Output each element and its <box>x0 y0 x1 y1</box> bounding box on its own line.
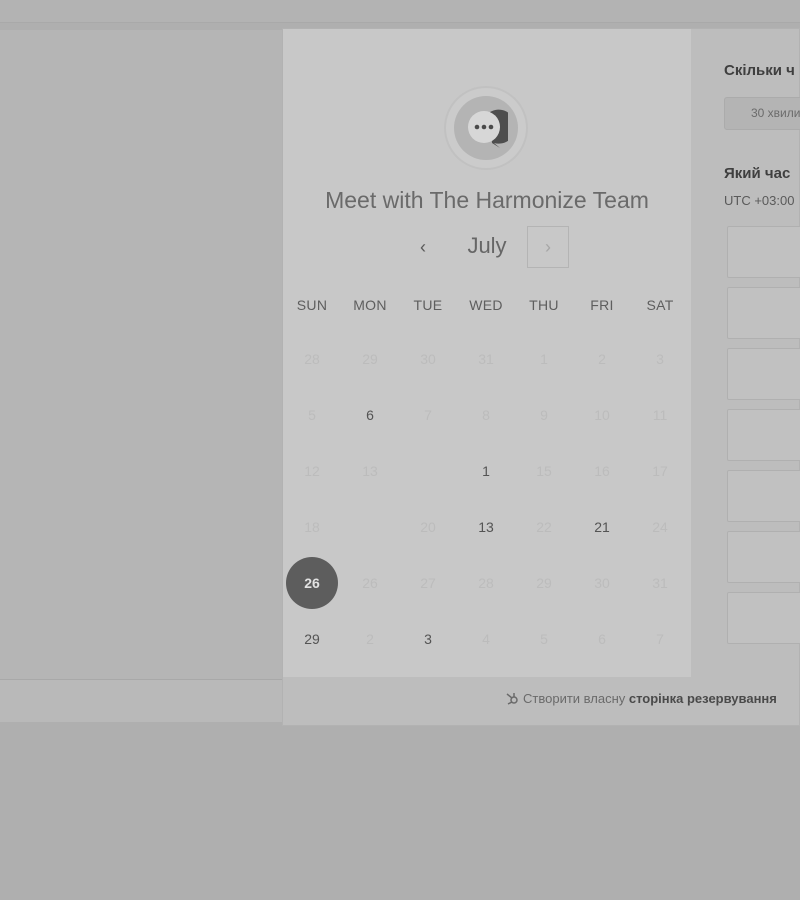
calendar-day: 6 <box>598 631 606 647</box>
footer: Створити власну сторінка резервування <box>283 677 800 725</box>
top-strip <box>0 0 800 23</box>
calendar-day: 30 <box>420 351 436 367</box>
calendar-day: 27 <box>420 575 436 591</box>
calendar-day: 2 <box>366 631 374 647</box>
calendar-day: 31 <box>478 351 494 367</box>
calendar-day: 1 <box>540 351 548 367</box>
duration-option-button[interactable]: 30 хвили <box>724 97 800 130</box>
calendar-day[interactable]: 6 <box>344 389 396 441</box>
month-navigation: ‹ July › <box>283 225 691 275</box>
next-month-button[interactable]: › <box>527 226 569 268</box>
previous-month-button[interactable]: ‹ <box>409 233 437 261</box>
calendar-day: 12 <box>304 463 320 479</box>
time-slot-button[interactable] <box>727 531 800 583</box>
calendar-day: 31 <box>652 575 668 591</box>
calendar-day: 29 <box>362 351 378 367</box>
calendar-day: 5 <box>308 407 316 423</box>
calendar-day <box>402 445 454 497</box>
calendar-day[interactable]: 1 <box>460 445 512 497</box>
calendar-day: 29 <box>536 575 552 591</box>
time-slot-button[interactable] <box>727 409 800 461</box>
calendar-day: 4 <box>482 631 490 647</box>
calendar-day: 7 <box>656 631 664 647</box>
calendar-day: 5 <box>540 631 548 647</box>
hubspot-sprocket-icon <box>506 693 518 705</box>
weekday-label: TUE <box>413 297 443 313</box>
footer-link-bold: сторінка резервування <box>628 691 777 706</box>
calendar-day-grid: 28 29 30 31 1 2 3 5 6 7 8 9 10 11 12 13 1 15 16 17 18 20 13 22 2… <box>283 333 691 673</box>
create-booking-page-link[interactable]: Створити власну сторінка резервування <box>505 691 777 706</box>
time-slot-button[interactable] <box>727 592 800 644</box>
calendar-day: 28 <box>304 351 320 367</box>
weekday-label: THU <box>529 297 559 313</box>
calendar-day[interactable]: 21 <box>576 501 628 553</box>
calendar-day: 22 <box>536 519 552 535</box>
left-background-panel <box>0 30 282 722</box>
calendar-day: 11 <box>652 407 668 423</box>
calendar-day: 13 <box>362 463 378 479</box>
calendar-day: 3 <box>656 351 664 367</box>
calendar-day: 2 <box>598 351 606 367</box>
calendar-day: 15 <box>536 463 552 479</box>
calendar-day: 20 <box>420 519 436 535</box>
calendar-day: 17 <box>652 463 668 479</box>
time-slot-button[interactable] <box>727 226 800 278</box>
meeting-scheduler: Meet with The Harmonize Team ‹ July › SU… <box>282 28 800 726</box>
calendar-day: 24 <box>652 519 668 535</box>
calendar-day: 8 <box>482 407 490 423</box>
calendar-panel: Meet with The Harmonize Team ‹ July › SU… <box>283 29 691 677</box>
calendar-day-selected[interactable]: 26 <box>286 557 338 609</box>
weekday-label: WED <box>469 297 503 313</box>
calendar-day: 9 <box>540 407 548 423</box>
calendar-day: 26 <box>362 575 378 591</box>
calendar-day <box>344 501 396 553</box>
duration-heading: Скільки ч <box>724 62 795 79</box>
time-slot-button[interactable] <box>727 470 800 522</box>
left-bottom-bar <box>0 679 282 722</box>
calendar-day: 28 <box>478 575 494 591</box>
time-slot-button[interactable] <box>727 348 800 400</box>
calendar-day: 18 <box>304 519 320 535</box>
month-label: July <box>467 233 507 258</box>
chat-bubble-icon <box>468 109 508 148</box>
avatar <box>454 96 518 160</box>
weekday-label: FRI <box>590 297 614 313</box>
avatar-ring <box>444 86 528 170</box>
weekday-label: MON <box>353 297 387 313</box>
calendar-day: 16 <box>594 463 610 479</box>
calendar-day[interactable]: 3 <box>402 613 454 665</box>
time-heading: Який час <box>724 165 791 182</box>
footer-link-prefix: Створити власну <box>523 691 629 706</box>
calendar-day[interactable]: 29 <box>286 613 338 665</box>
calendar-day: 10 <box>594 407 610 423</box>
weekday-label: SUN <box>296 297 328 313</box>
calendar-day[interactable]: 13 <box>460 501 512 553</box>
booking-options-panel: Скільки ч 30 хвили Який час UTC +03:00 <box>691 29 800 677</box>
meeting-title: Meet with The Harmonize Team <box>325 187 649 213</box>
calendar-day: 7 <box>424 407 432 423</box>
weekday-label: SAT <box>646 297 674 313</box>
time-slot-button[interactable] <box>727 287 800 339</box>
calendar-day: 30 <box>594 575 610 591</box>
weekday-header: SUN MON TUE WED THU FRI SAT <box>283 297 691 317</box>
timezone-label[interactable]: UTC +03:00 <box>724 193 794 208</box>
